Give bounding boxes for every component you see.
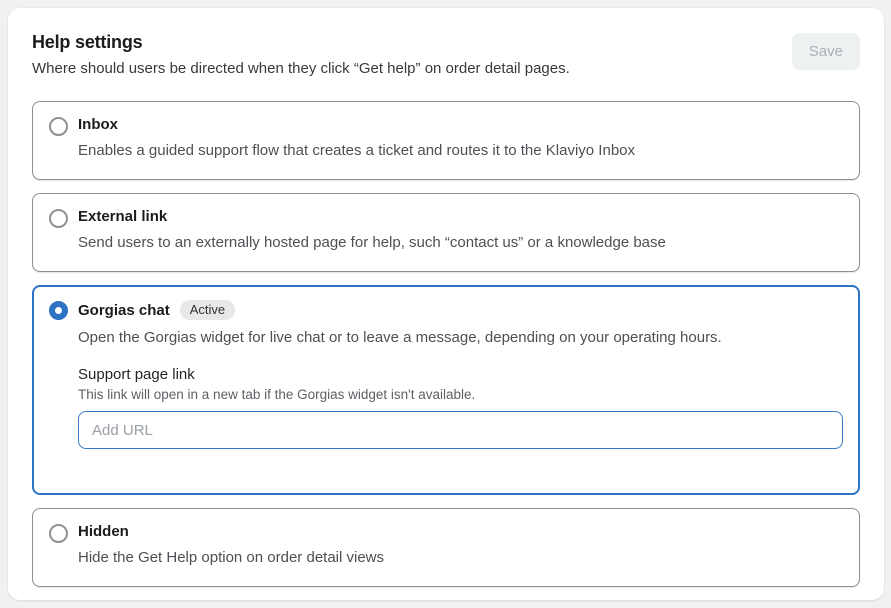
option-label: Inbox [78,116,118,133]
radio-external-link[interactable] [49,209,68,228]
support-page-link-input[interactable] [78,411,843,449]
support-page-link-label: Support page link [78,366,843,383]
radio-gorgias-chat[interactable] [49,301,68,320]
option-label: Hidden [78,523,129,540]
page-title: Help settings [32,32,570,53]
option-card-external-link[interactable]: External link Send users to an externall… [32,193,860,272]
option-card-gorgias-chat[interactable]: Gorgias chat Active Open the Gorgias wid… [32,285,860,495]
option-description: Hide the Get Help option on order detail… [78,547,843,568]
option-label: Gorgias chat [78,302,170,319]
radio-inbox[interactable] [49,117,68,136]
support-page-link-helper: This link will open in a new tab if the … [78,387,843,402]
option-body: External link Send users to an externall… [78,208,843,253]
option-body: Inbox Enables a guided support flow that… [78,116,843,161]
radio-hidden[interactable] [49,524,68,543]
active-status-badge: Active [180,300,235,320]
page-subtitle: Where should users be directed when they… [32,60,570,77]
option-card-inbox[interactable]: Inbox Enables a guided support flow that… [32,101,860,180]
header-text: Help settings Where should users be dire… [32,32,570,77]
option-body: Hidden Hide the Get Help option on order… [78,523,843,568]
help-settings-panel: Help settings Where should users be dire… [8,8,884,600]
option-description: Enables a guided support flow that creat… [78,140,843,161]
option-body: Gorgias chat Active Open the Gorgias wid… [78,300,843,449]
help-options-list: Inbox Enables a guided support flow that… [32,101,860,587]
option-label: External link [78,208,167,225]
option-description: Open the Gorgias widget for live chat or… [78,327,843,348]
option-card-hidden[interactable]: Hidden Hide the Get Help option on order… [32,508,860,587]
save-button[interactable]: Save [792,33,860,70]
panel-header: Help settings Where should users be dire… [32,32,860,77]
option-description: Send users to an externally hosted page … [78,232,843,253]
